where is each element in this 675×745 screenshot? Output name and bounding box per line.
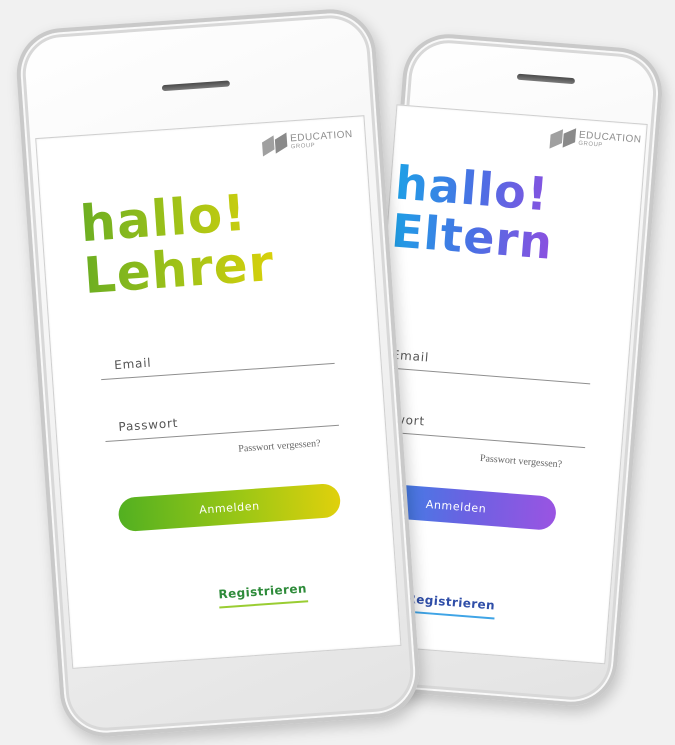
register-link[interactable]: Registrieren: [405, 591, 496, 620]
email-label: Email: [113, 355, 152, 373]
headline-line-2: Eltern: [389, 203, 556, 270]
education-group-logo: EDUCATION GROUP: [550, 126, 642, 155]
password-field[interactable]: Passwort: [103, 390, 339, 443]
eltern-headline: hallo! Eltern: [390, 159, 559, 267]
logo-mark-icon: [550, 126, 578, 150]
education-group-logo: EDUCATION GROUP: [262, 127, 354, 155]
logo-mark-icon: [262, 132, 289, 156]
lehrer-headline: hallo! Lehrer: [78, 185, 275, 302]
speaker-grille: [516, 73, 576, 85]
phone-lehrer: EDUCATION GROUP hallo! Lehrer Email Pass…: [13, 6, 423, 740]
email-field[interactable]: Email: [376, 332, 593, 385]
speaker-grille: [161, 80, 231, 92]
password-label: Passwort: [118, 415, 179, 435]
email-field[interactable]: Email: [98, 328, 335, 381]
forgot-password-link[interactable]: Passwort vergessen?: [480, 453, 563, 470]
lehrer-login-screen: EDUCATION GROUP hallo! Lehrer Email Pass…: [35, 115, 402, 669]
register-link[interactable]: Registrieren: [217, 581, 308, 609]
login-button[interactable]: Anmelden: [117, 482, 342, 533]
headline-line-2: Lehrer: [81, 233, 277, 306]
forgot-password-link[interactable]: Passwort vergessen?: [238, 438, 321, 455]
